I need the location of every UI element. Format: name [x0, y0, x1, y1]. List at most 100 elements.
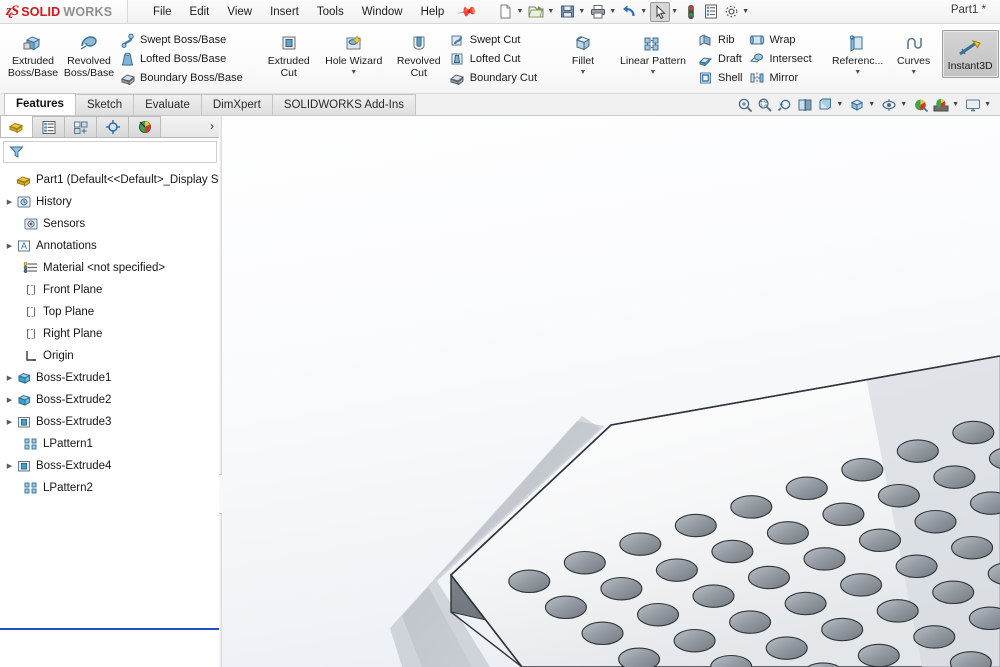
- tab-features[interactable]: Features: [4, 93, 76, 115]
- chevron-down-icon[interactable]: ▼: [580, 69, 587, 76]
- display-manager-tab[interactable]: [128, 116, 161, 137]
- boundary-boss-base-button[interactable]: Boundary Boss/Base: [117, 69, 247, 87]
- undo-button[interactable]: [619, 2, 639, 22]
- expand-panel-chevron-icon[interactable]: ›: [210, 119, 214, 133]
- tree-item-history[interactable]: ▶ History: [2, 191, 220, 213]
- tree-item-top-plane[interactable]: Top Plane: [2, 301, 220, 323]
- hole-wizard-button[interactable]: Hole Wizard ▼: [317, 28, 391, 76]
- configuration-manager-tab[interactable]: [64, 116, 97, 137]
- tree-item-material[interactable]: Material <not specified>: [2, 257, 220, 279]
- tab-evaluate[interactable]: Evaluate: [133, 94, 202, 115]
- extruded-cut-button[interactable]: Extruded Cut: [261, 28, 317, 79]
- chevron-down-icon[interactable]: ▼: [867, 101, 878, 108]
- chevron-down-icon[interactable]: ▼: [899, 101, 910, 108]
- tree-item-sensors[interactable]: Sensors: [2, 213, 220, 235]
- select-button[interactable]: [650, 1, 671, 22]
- extruded-boss-base-button[interactable]: Extruded Boss/Base: [5, 28, 61, 79]
- lofted-boss-base-button[interactable]: Lofted Boss/Base: [117, 50, 247, 68]
- chevron-down-icon[interactable]: ▼: [670, 8, 681, 15]
- section-view-button[interactable]: [795, 95, 814, 114]
- chevron-down-icon[interactable]: ▼: [650, 69, 657, 76]
- tree-item-annotations[interactable]: ▶ A Annotations: [2, 235, 220, 257]
- revolved-cut-button[interactable]: Revolved Cut: [391, 28, 447, 79]
- chevron-down-icon[interactable]: ▼: [835, 101, 846, 108]
- swept-boss-base-button[interactable]: Swept Boss/Base: [117, 31, 247, 49]
- boundary-cut-button[interactable]: Boundary Cut: [447, 69, 541, 87]
- tree-item-lpattern2[interactable]: LPattern2: [2, 477, 220, 499]
- tree-expand-arrow-icon[interactable]: ▶: [4, 396, 15, 404]
- hide-show-items-button[interactable]: [879, 95, 898, 114]
- curves-button[interactable]: Curves ▼: [886, 28, 942, 76]
- chevron-down-icon[interactable]: ▼: [741, 8, 752, 15]
- tree-item-lpattern1[interactable]: LPattern1: [2, 433, 220, 455]
- feature-tree-rollback-bar[interactable]: [0, 628, 220, 630]
- rebuild-button[interactable]: [681, 2, 701, 22]
- chevron-down-icon[interactable]: ▼: [854, 69, 861, 76]
- new-document-button[interactable]: [495, 2, 515, 22]
- draft-button[interactable]: Draft: [695, 50, 746, 68]
- mirror-button[interactable]: Mirror: [746, 69, 815, 87]
- menu-insert[interactable]: Insert: [261, 3, 308, 21]
- chevron-down-icon[interactable]: ▼: [577, 8, 588, 15]
- file-properties-button[interactable]: [701, 2, 721, 22]
- tree-expand-arrow-icon[interactable]: ▶: [4, 462, 15, 470]
- feature-manager-tab[interactable]: [0, 115, 33, 137]
- save-button[interactable]: [557, 2, 577, 22]
- tree-item-boss-extrude3[interactable]: ▶ Boss-Extrude3: [2, 411, 220, 433]
- feature-tree-filter[interactable]: [3, 141, 217, 163]
- display-style-button[interactable]: [847, 95, 866, 114]
- wrap-button[interactable]: Wrap: [746, 31, 815, 49]
- view-settings-button[interactable]: [963, 95, 982, 114]
- fillet-button[interactable]: Fillet ▼: [555, 28, 611, 76]
- zoom-to-area-button[interactable]: [755, 95, 774, 114]
- menu-help[interactable]: Help: [412, 3, 454, 21]
- chevron-down-icon[interactable]: ▼: [515, 8, 526, 15]
- chevron-down-icon[interactable]: ▼: [983, 101, 994, 108]
- lofted-cut-button[interactable]: Lofted Cut: [447, 50, 541, 68]
- chevron-down-icon[interactable]: ▼: [546, 8, 557, 15]
- dimxpert-manager-tab[interactable]: [96, 116, 129, 137]
- linear-pattern-button[interactable]: Linear Pattern ▼: [611, 28, 695, 76]
- open-document-button[interactable]: [526, 2, 546, 22]
- chevron-down-icon[interactable]: ▼: [910, 69, 917, 76]
- tree-expand-arrow-icon[interactable]: ▶: [4, 242, 15, 250]
- edit-appearance-button[interactable]: [911, 95, 930, 114]
- tree-item-right-plane[interactable]: Right Plane: [2, 323, 220, 345]
- chevron-down-icon[interactable]: ▼: [951, 101, 962, 108]
- menu-file[interactable]: File: [144, 3, 181, 21]
- tree-expand-arrow-icon[interactable]: ▶: [4, 198, 15, 206]
- reference-geometry-button[interactable]: Referenc... ▼: [830, 28, 886, 76]
- apply-scene-button[interactable]: [931, 95, 950, 114]
- options-button[interactable]: [721, 2, 741, 22]
- tree-item-boss-extrude4[interactable]: ▶ Boss-Extrude4: [2, 455, 220, 477]
- tree-item-front-plane[interactable]: Front Plane: [2, 279, 220, 301]
- tab-sketch[interactable]: Sketch: [74, 94, 135, 115]
- chevron-down-icon[interactable]: ▼: [608, 8, 619, 15]
- view-orientation-button[interactable]: [815, 95, 834, 114]
- pin-icon[interactable]: 📌: [456, 0, 479, 22]
- revolved-boss-base-button[interactable]: Revolved Boss/Base: [61, 28, 117, 79]
- intersect-button[interactable]: Intersect: [746, 50, 815, 68]
- tree-expand-arrow-icon[interactable]: ▶: [4, 418, 15, 426]
- property-manager-tab[interactable]: [32, 116, 65, 137]
- tree-item-part1[interactable]: Part1 (Default<<Default>_Display Sta: [2, 169, 220, 191]
- tree-item-boss-extrude1[interactable]: ▶ Boss-Extrude1: [2, 367, 220, 389]
- previous-view-button[interactable]: [775, 95, 794, 114]
- chevron-down-icon[interactable]: ▼: [350, 69, 357, 76]
- graphics-viewport[interactable]: [222, 116, 1000, 667]
- menu-tools[interactable]: Tools: [308, 3, 353, 21]
- tab-solidworks-add-ins[interactable]: SOLIDWORKS Add-Ins: [271, 94, 416, 115]
- instant3d-button[interactable]: Instant3D: [941, 30, 999, 78]
- tab-dimxpert[interactable]: DimXpert: [200, 94, 273, 115]
- rib-button[interactable]: Rib: [695, 31, 746, 49]
- tree-expand-arrow-icon[interactable]: ▶: [4, 374, 15, 382]
- chevron-down-icon[interactable]: ▼: [639, 8, 650, 15]
- tree-item-boss-extrude2[interactable]: ▶ Boss-Extrude2: [2, 389, 220, 411]
- menu-view[interactable]: View: [218, 3, 261, 21]
- tree-item-origin[interactable]: Origin: [2, 345, 220, 367]
- swept-cut-button[interactable]: Swept Cut: [447, 31, 541, 49]
- shell-button[interactable]: Shell: [695, 69, 746, 87]
- zoom-to-fit-button[interactable]: [735, 95, 754, 114]
- print-button[interactable]: [588, 2, 608, 22]
- menu-window[interactable]: Window: [353, 3, 412, 21]
